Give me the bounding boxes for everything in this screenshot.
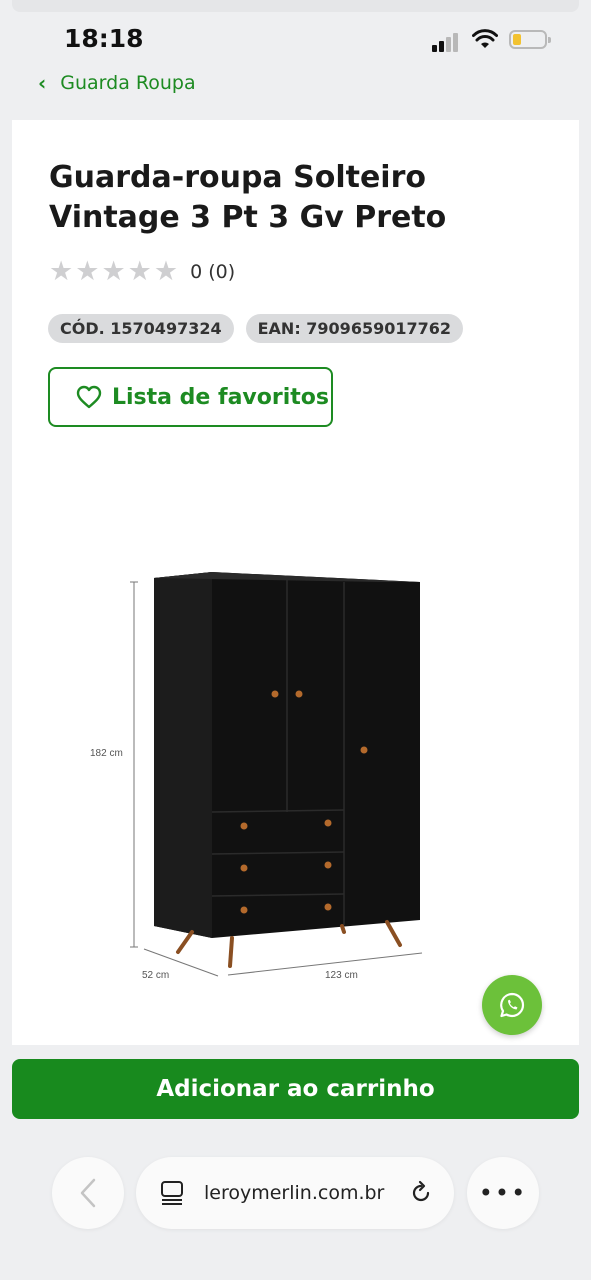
battery-icon bbox=[509, 30, 551, 49]
star-icon: ★ bbox=[49, 256, 74, 287]
product-tags: CÓD. 1570497324 EAN: 7909659017762 bbox=[48, 314, 464, 343]
back-arrow-icon bbox=[80, 1178, 96, 1208]
height-label: 182 cm bbox=[90, 748, 123, 759]
status-bar: 18:18 bbox=[0, 18, 591, 62]
favorites-label: Lista de favoritos bbox=[112, 384, 329, 410]
star-icon: ★ bbox=[127, 256, 152, 287]
product-card: Guarda-roupa Solteiro Vintage 3 Pt 3 Gv … bbox=[12, 120, 579, 1045]
add-to-cart-button[interactable]: Adicionar ao carrinho bbox=[12, 1059, 579, 1119]
top-strip bbox=[12, 0, 579, 12]
star-icon: ★ bbox=[75, 256, 100, 287]
ean-tag: EAN: 7909659017762 bbox=[245, 314, 464, 343]
more-icon: ••• bbox=[478, 1179, 528, 1207]
depth-label: 52 cm bbox=[142, 970, 169, 981]
whatsapp-button[interactable] bbox=[482, 975, 542, 1035]
breadcrumb[interactable]: ‹ Guarda Roupa bbox=[38, 70, 196, 96]
rating[interactable]: ★ ★ ★ ★ ★ 0 (0) bbox=[49, 258, 235, 286]
url-text: leroymerlin.com.br bbox=[204, 1182, 385, 1204]
address-bar[interactable]: leroymerlin.com.br bbox=[136, 1157, 454, 1229]
add-to-cart-label: Adicionar ao carrinho bbox=[156, 1076, 435, 1102]
star-icon: ★ bbox=[101, 256, 126, 287]
width-label: 123 cm bbox=[325, 970, 358, 981]
code-tag: CÓD. 1570497324 bbox=[48, 314, 234, 343]
product-image[interactable]: 182 cm 52 cm 123 cm bbox=[82, 560, 442, 990]
star-icon: ★ bbox=[153, 256, 179, 287]
heart-icon bbox=[76, 385, 102, 409]
whatsapp-icon bbox=[500, 992, 525, 1018]
page: 18:18 ‹ Guarda Roupa Guarda-roupa Soltei… bbox=[0, 0, 591, 1280]
chevron-left-icon: ‹ bbox=[38, 71, 47, 95]
signal-icon bbox=[432, 32, 462, 52]
status-time: 18:18 bbox=[64, 24, 144, 53]
breadcrumb-label: Guarda Roupa bbox=[60, 72, 196, 94]
reload-icon[interactable] bbox=[408, 1180, 434, 1206]
wifi-icon bbox=[472, 29, 498, 48]
tabs-icon bbox=[161, 1181, 183, 1205]
more-button[interactable]: ••• bbox=[467, 1157, 539, 1229]
product-title: Guarda-roupa Solteiro Vintage 3 Pt 3 Gv … bbox=[49, 160, 447, 235]
rating-text: 0 (0) bbox=[190, 261, 236, 283]
browser-back-button[interactable] bbox=[52, 1157, 124, 1229]
favorites-button[interactable]: Lista de favoritos bbox=[48, 367, 333, 427]
